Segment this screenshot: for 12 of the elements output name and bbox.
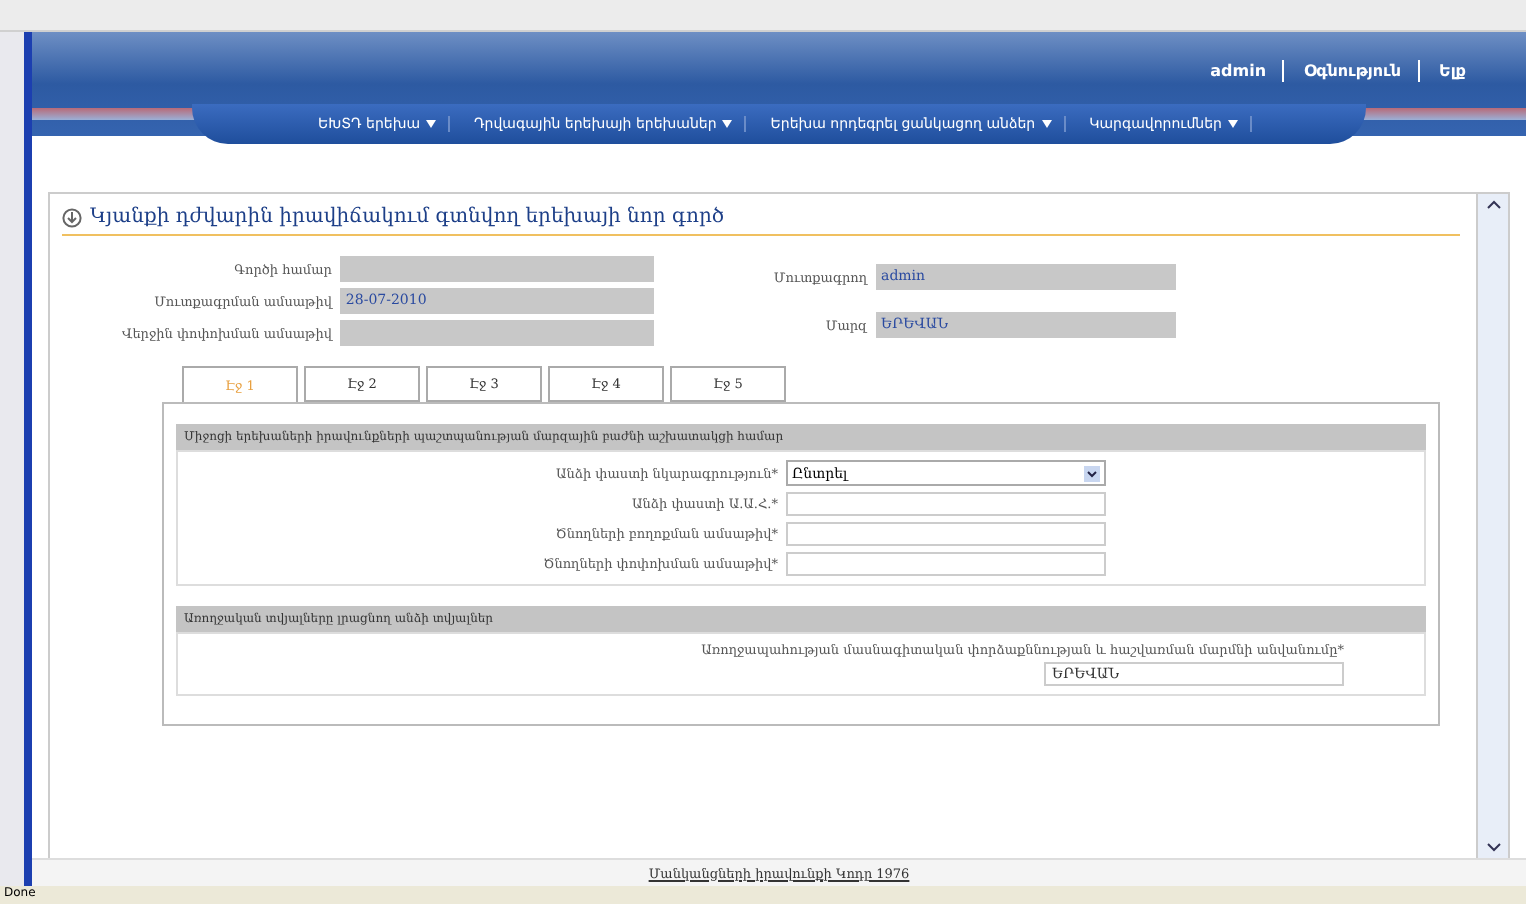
header-link[interactable]: admin bbox=[1210, 60, 1267, 82]
input-field[interactable] bbox=[786, 492, 1106, 516]
collapse-icon[interactable] bbox=[62, 207, 82, 227]
header-link[interactable]: Ելք bbox=[1417, 60, 1466, 82]
scrollbar[interactable] bbox=[1476, 194, 1508, 858]
input-field[interactable] bbox=[339, 320, 654, 346]
input-field[interactable] bbox=[786, 522, 1106, 546]
input-field[interactable] bbox=[339, 256, 654, 282]
caret-icon bbox=[1084, 465, 1100, 481]
header-link[interactable]: Օգնություն bbox=[1282, 60, 1401, 82]
form-title: Կյանքի դժվարին իրավիճակում գտնվող երեխայի նոր գործ bbox=[90, 206, 725, 228]
input-field[interactable] bbox=[786, 552, 1106, 576]
